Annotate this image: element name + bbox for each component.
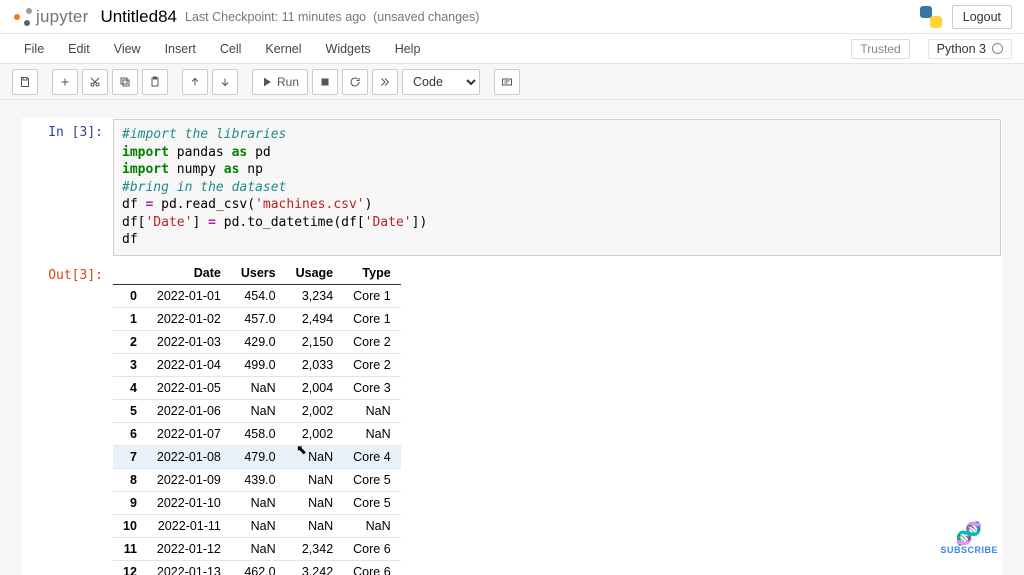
table-row: 102022-01-11NaNNaNNaN <box>113 514 401 537</box>
dna-icon: 🧬 <box>940 523 998 545</box>
command-palette-button[interactable] <box>494 69 520 95</box>
checkpoint-text: Last Checkpoint: 11 minutes ago (unsaved… <box>185 10 479 24</box>
notebook-title[interactable]: Untitled84 <box>100 7 177 27</box>
logout-button[interactable]: Logout <box>952 5 1012 29</box>
menu-cell[interactable]: Cell <box>208 38 254 60</box>
jupyter-icon <box>14 8 32 26</box>
col-type: Type <box>343 262 401 285</box>
trusted-badge[interactable]: Trusted <box>851 39 909 59</box>
menu-insert[interactable]: Insert <box>153 38 208 60</box>
header: jupyter Untitled84 Last Checkpoint: 11 m… <box>0 0 1024 34</box>
run-button[interactable]: Run <box>252 69 308 95</box>
table-row: 02022-01-01454.03,234Core 1 <box>113 284 401 307</box>
restart-run-all-button[interactable] <box>372 69 398 95</box>
menubar: FileEditViewInsertCellKernelWidgetsHelp … <box>0 34 1024 64</box>
table-row: 22022-01-03429.02,150Core 2 <box>113 330 401 353</box>
col-users: Users <box>231 262 286 285</box>
menu-kernel[interactable]: Kernel <box>253 38 313 60</box>
menu-widgets[interactable]: Widgets <box>314 38 383 60</box>
move-down-button[interactable] <box>212 69 238 95</box>
code-input[interactable]: #import the libraries import pandas as p… <box>113 119 1001 256</box>
kernel-indicator[interactable]: Python 3 <box>928 39 1012 59</box>
toolbar: Run Code <box>0 64 1024 100</box>
menu-edit[interactable]: Edit <box>56 38 102 60</box>
brand-text: jupyter <box>36 7 88 27</box>
celltype-select[interactable]: Code <box>402 69 480 95</box>
input-prompt: In [3]: <box>23 119 113 256</box>
output-prompt: Out[3]: <box>23 262 113 575</box>
interrupt-button[interactable] <box>312 69 338 95</box>
notebook-container: In [3]: #import the libraries import pan… <box>0 100 1024 575</box>
menu-view[interactable]: View <box>102 38 153 60</box>
move-up-button[interactable] <box>182 69 208 95</box>
table-row: 112022-01-12NaN2,342Core 6 <box>113 537 401 560</box>
menu-file[interactable]: File <box>12 38 56 60</box>
copy-button[interactable] <box>112 69 138 95</box>
save-button[interactable] <box>12 69 38 95</box>
table-row: 62022-01-07458.02,002NaN <box>113 422 401 445</box>
table-row: 42022-01-05NaN2,004Core 3 <box>113 376 401 399</box>
table-row: 72022-01-08479.0NaNCore 4 <box>113 445 401 468</box>
paste-button[interactable] <box>142 69 168 95</box>
col-date: Date <box>147 262 231 285</box>
restart-button[interactable] <box>342 69 368 95</box>
table-row: 12022-01-02457.02,494Core 1 <box>113 307 401 330</box>
kernel-name: Python 3 <box>937 42 986 56</box>
cut-button[interactable] <box>82 69 108 95</box>
menu-help[interactable]: Help <box>383 38 433 60</box>
subscribe-watermark: 🧬 SUBSCRIBE <box>940 523 998 555</box>
code-cell[interactable]: In [3]: #import the libraries import pan… <box>22 118 1002 575</box>
dataframe-output: DateUsersUsageType02022-01-01454.03,234C… <box>113 262 1001 575</box>
jupyter-logo[interactable]: jupyter <box>14 7 88 27</box>
insert-cell-button[interactable] <box>52 69 78 95</box>
col-usage: Usage <box>286 262 344 285</box>
table-row: 82022-01-09439.0NaNCore 5 <box>113 468 401 491</box>
python-icon <box>920 6 942 28</box>
table-row: 52022-01-06NaN2,002NaN <box>113 399 401 422</box>
kernel-idle-icon <box>992 43 1003 54</box>
table-row: 92022-01-10NaNNaNCore 5 <box>113 491 401 514</box>
table-row: 122022-01-13462.03,242Core 6 <box>113 560 401 575</box>
table-row: 32022-01-04499.02,033Core 2 <box>113 353 401 376</box>
